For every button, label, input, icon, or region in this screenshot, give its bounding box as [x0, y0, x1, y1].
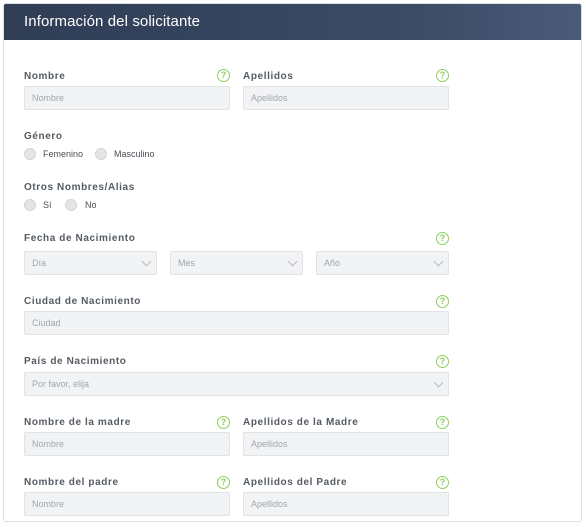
- mother-first-name-input[interactable]: Nombre: [24, 432, 230, 456]
- birth-year-value: Año: [324, 258, 341, 268]
- last-name-input[interactable]: Apellidos: [243, 86, 449, 110]
- father-last-name-label: Apellidos del Padre: [243, 477, 348, 488]
- birth-day-select[interactable]: Día: [24, 251, 157, 275]
- birth-month-select[interactable]: Mes: [170, 251, 303, 275]
- birth-city-input[interactable]: Ciudad: [24, 311, 449, 335]
- gender-male-radio[interactable]: [95, 148, 107, 160]
- mother-last-name-label: Apellidos de la Madre: [243, 417, 359, 428]
- birth-date-label: Fecha de Nacimiento: [24, 233, 136, 244]
- father-last-name-input[interactable]: Apellidos: [243, 492, 449, 516]
- alias-yes-label: Sí: [43, 200, 52, 210]
- chevron-down-icon: [433, 377, 444, 388]
- mother-last-name-help-icon[interactable]: ?: [436, 416, 449, 429]
- first-name-input[interactable]: Nombre: [24, 86, 230, 110]
- mother-last-name-input[interactable]: Apellidos: [243, 432, 449, 456]
- birth-country-value: Por favor, elija: [32, 379, 90, 389]
- chevron-down-icon: [433, 256, 444, 267]
- mother-first-name-help-icon[interactable]: ?: [217, 416, 230, 429]
- last-name-label: Apellidos: [243, 71, 294, 82]
- father-first-name-help-icon[interactable]: ?: [217, 476, 230, 489]
- first-name-help-icon[interactable]: ?: [217, 69, 230, 82]
- alias-no-label: No: [85, 200, 97, 210]
- alias-yes-radio[interactable]: [24, 199, 36, 211]
- father-first-name-input[interactable]: Nombre: [24, 492, 230, 516]
- birth-day-value: Día: [32, 258, 47, 268]
- gender-label: Género: [24, 131, 63, 142]
- birth-country-select[interactable]: Por favor, elija: [24, 372, 449, 396]
- father-last-name-help-icon[interactable]: ?: [436, 476, 449, 489]
- gender-male-label: Masculino: [114, 149, 155, 159]
- applicant-form-card: Información del solicitante Nombre ? Nom…: [3, 3, 582, 522]
- birth-date-help-icon[interactable]: ?: [436, 232, 449, 245]
- alias-no-radio[interactable]: [65, 199, 77, 211]
- chevron-down-icon: [141, 256, 152, 267]
- birth-year-select[interactable]: Año: [316, 251, 449, 275]
- form-header: Información del solicitante: [4, 4, 581, 40]
- birth-month-value: Mes: [178, 258, 196, 268]
- birth-country-label: País de Nacimiento: [24, 356, 127, 367]
- gender-female-label: Femenino: [43, 149, 84, 159]
- alias-label: Otros Nombres/Alias: [24, 182, 135, 193]
- birth-country-help-icon[interactable]: ?: [436, 355, 449, 368]
- form-title: Información del solicitante: [24, 13, 201, 30]
- father-first-name-label: Nombre del padre: [24, 477, 119, 488]
- chevron-down-icon: [287, 256, 298, 267]
- birth-city-label: Ciudad de Nacimiento: [24, 296, 142, 307]
- last-name-help-icon[interactable]: ?: [436, 69, 449, 82]
- birth-city-help-icon[interactable]: ?: [436, 295, 449, 308]
- mother-first-name-label: Nombre de la madre: [24, 417, 131, 428]
- gender-female-radio[interactable]: [24, 148, 36, 160]
- first-name-label: Nombre: [24, 71, 66, 82]
